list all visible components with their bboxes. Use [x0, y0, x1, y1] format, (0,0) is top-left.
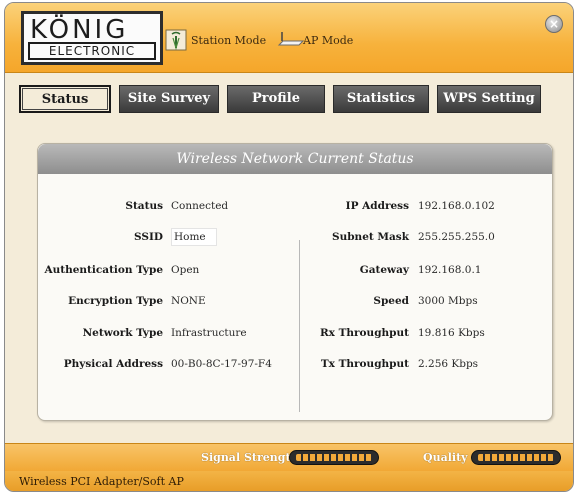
field-label: Encryption Type — [68, 295, 163, 307]
tab-statistics[interactable]: Statistics — [333, 85, 429, 113]
ap-mode-label: AP Mode — [303, 33, 354, 47]
signal-strength-fill — [296, 454, 372, 461]
field-value: 192.168.0.102 — [418, 200, 495, 212]
field-rx-throughput: Rx Throughput 19.816 Kbps — [299, 325, 485, 341]
field-label: IP Address — [345, 200, 409, 212]
status-bar: Wireless PCI Adapter/Soft AP — [5, 471, 573, 491]
adapter-status-text: Wireless PCI Adapter/Soft AP — [19, 475, 184, 488]
field-tx-throughput: Tx Throughput 2.256 Kbps — [299, 356, 478, 372]
field-encryption-type: Encryption Type NONE — [38, 293, 206, 309]
ap-mode-button[interactable]: AP Mode — [277, 27, 353, 53]
logo-brand-text: KÖNIG — [30, 15, 129, 45]
signal-strength-label: Signal Strength — [201, 451, 299, 464]
field-value: 2.256 Kbps — [418, 358, 479, 370]
field-value: NONE — [171, 295, 206, 307]
station-mode-label: Station Mode — [191, 33, 267, 47]
field-value: Infrastructure — [171, 327, 247, 339]
field-value: Connected — [171, 200, 229, 212]
tab-site-survey[interactable]: Site Survey — [119, 85, 219, 113]
field-authentication-type: Authentication Type Open — [38, 262, 199, 278]
ssid-value: Home — [171, 228, 217, 246]
field-network-type: Network Type Infrastructure — [38, 325, 247, 341]
field-label: Network Type — [82, 327, 163, 339]
field-gateway: Gateway 192.168.0.1 — [299, 262, 482, 278]
field-value: Open — [171, 264, 200, 276]
field-ip-address: IP Address 192.168.0.102 — [299, 198, 495, 214]
tab-wps-setting[interactable]: WPS Setting — [437, 85, 541, 113]
field-label: SSID — [134, 231, 163, 243]
field-subnet-mask: Subnet Mask 255.255.255.0 — [299, 229, 495, 245]
field-value: 19.816 Kbps — [418, 327, 485, 339]
signal-strength-meter — [289, 450, 379, 465]
field-value: 3000 Mbps — [418, 295, 478, 307]
field-label: Authentication Type — [44, 264, 163, 276]
close-icon[interactable]: × — [545, 15, 563, 33]
field-status: Status Connected — [38, 198, 228, 214]
field-label: Physical Address — [63, 358, 163, 370]
konig-logo: KÖNIG ELECTRONIC — [21, 11, 163, 65]
field-label: Status — [125, 200, 163, 212]
field-label: Gateway — [359, 264, 409, 276]
field-speed: Speed 3000 Mbps — [299, 293, 477, 309]
status-panel: Wireless Network Current Status Status C… — [37, 143, 553, 421]
field-value: 192.168.0.1 — [418, 264, 482, 276]
logo-subtitle-text: ELECTRONIC — [28, 42, 156, 60]
field-ssid: SSID Home — [38, 228, 217, 246]
field-value: 00-B0-8C-17-97-F4 — [171, 358, 272, 370]
field-label: Rx Throughput — [319, 327, 409, 339]
station-antenna-icon — [165, 29, 187, 51]
field-label: Tx Throughput — [320, 358, 409, 370]
app-window: KÖNIG ELECTRONIC Station Mode AP Mode × … — [4, 2, 574, 492]
header-bar: KÖNIG ELECTRONIC Station Mode AP Mode × — [5, 3, 573, 73]
quality-meter — [471, 450, 561, 465]
field-value: 255.255.255.0 — [418, 231, 495, 243]
access-point-icon — [277, 29, 305, 51]
tab-profile[interactable]: Profile — [227, 85, 325, 113]
quality-fill — [478, 454, 554, 461]
station-mode-button[interactable]: Station Mode — [165, 27, 266, 53]
field-physical-address: Physical Address 00-B0-8C-17-97-F4 — [38, 356, 272, 372]
field-label: Subnet Mask — [332, 231, 409, 243]
panel-title: Wireless Network Current Status — [38, 144, 552, 174]
field-label: Speed — [373, 295, 409, 307]
tab-bar: Status Site Survey Profile Statistics WP… — [19, 85, 541, 115]
tab-status[interactable]: Status — [19, 85, 111, 113]
quality-label: Quality — [423, 451, 468, 464]
signal-bar: Signal Strength Quality — [5, 443, 573, 471]
